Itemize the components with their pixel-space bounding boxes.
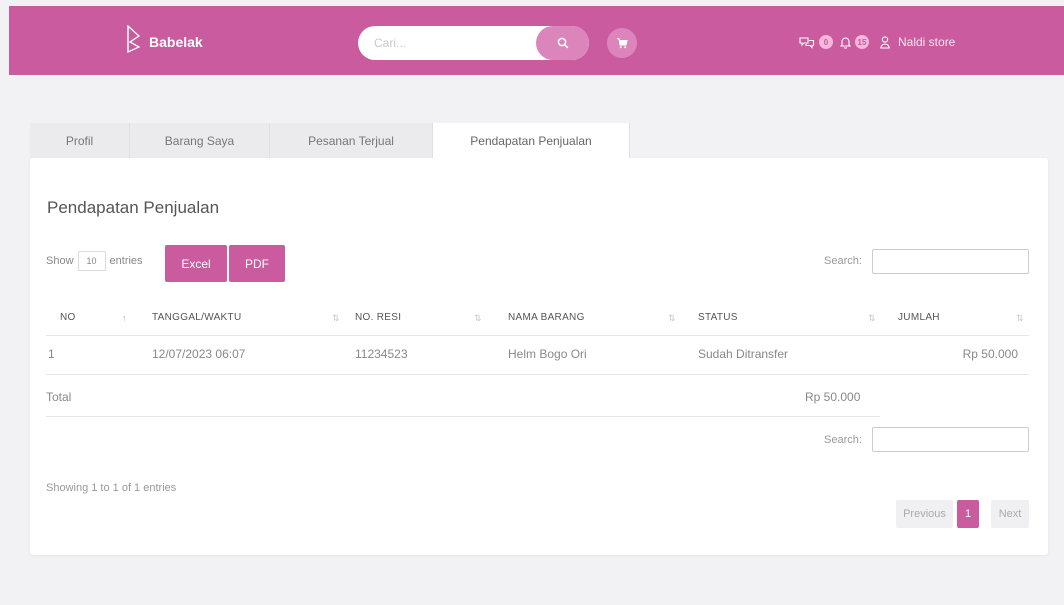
notification-badge: 15 bbox=[855, 35, 869, 49]
table-search-input-top[interactable] bbox=[872, 249, 1029, 274]
chat-badge: 0 bbox=[819, 35, 833, 49]
chat-icon bbox=[799, 36, 815, 49]
header-search-button[interactable] bbox=[536, 26, 589, 60]
column-header-status[interactable]: STATUS bbox=[698, 312, 738, 323]
column-header-no-resi[interactable]: NO. RESI bbox=[355, 312, 401, 323]
table-search-input-bottom[interactable] bbox=[872, 427, 1029, 452]
notification-button[interactable] bbox=[840, 36, 851, 49]
table-header-divider bbox=[46, 335, 1029, 336]
chat-button[interactable] bbox=[799, 36, 815, 49]
search-label-bottom: Search: bbox=[824, 434, 862, 446]
income-card: Pendapatan Penjualan Show 10 entries Exc… bbox=[30, 158, 1048, 555]
tab-profil[interactable]: Profil bbox=[30, 123, 130, 158]
tab-barang-saya[interactable]: Barang Saya bbox=[130, 123, 270, 158]
page-title: Pendapatan Penjualan bbox=[47, 198, 220, 217]
entries-label: entries bbox=[109, 255, 143, 267]
cell-no-resi: 11234523 bbox=[355, 347, 408, 361]
header-search bbox=[358, 26, 589, 60]
pdf-button[interactable]: PDF bbox=[229, 245, 285, 282]
row-divider bbox=[46, 374, 1029, 375]
column-header-no[interactable]: NO bbox=[60, 312, 76, 323]
user-menu-button[interactable] bbox=[880, 35, 890, 49]
total-value: Rp 50.000 bbox=[805, 390, 861, 404]
header-user-area: 0 15 Naldi store bbox=[799, 35, 955, 49]
cell-nama-barang: Helm Bogo Ori bbox=[508, 347, 587, 361]
bell-icon bbox=[840, 36, 851, 49]
column-header-nama-barang[interactable]: NAMA BARANG bbox=[508, 312, 585, 323]
column-header-tanggal[interactable]: TANGGAL/WAKTU bbox=[152, 312, 241, 323]
sort-icon: ⇅ bbox=[868, 313, 876, 323]
cell-status: Sudah Ditransfer bbox=[698, 347, 789, 361]
sort-icon: ⇅ bbox=[474, 313, 482, 323]
page-length-select[interactable]: 10 bbox=[77, 251, 106, 271]
sort-icon: ⇅ bbox=[332, 313, 340, 323]
profile-tabs: Profil Barang Saya Pesanan Terjual Penda… bbox=[30, 123, 630, 158]
header-search-input[interactable] bbox=[358, 26, 548, 60]
user-icon bbox=[880, 35, 890, 49]
sort-icon: ⇅ bbox=[1016, 313, 1024, 323]
cell-no: 1 bbox=[48, 347, 55, 361]
pagination-next[interactable]: Next bbox=[991, 500, 1029, 528]
brand-name: Babelak bbox=[149, 34, 203, 50]
total-divider bbox=[46, 416, 880, 417]
top-navbar: Babelak 0 bbox=[9, 6, 1064, 75]
show-label: Show bbox=[46, 255, 74, 267]
sort-asc-icon: ↑ bbox=[122, 313, 127, 323]
search-label-top: Search: bbox=[824, 255, 862, 267]
brand-logo[interactable]: Babelak bbox=[126, 25, 203, 53]
cell-tanggal: 12/07/2023 06:07 bbox=[152, 347, 246, 361]
sort-icon: ⇅ bbox=[668, 313, 676, 323]
search-icon bbox=[557, 37, 568, 49]
tab-pesanan-terjual[interactable]: Pesanan Terjual bbox=[270, 123, 433, 158]
pagination-previous[interactable]: Previous bbox=[896, 500, 953, 528]
excel-button[interactable]: Excel bbox=[165, 245, 227, 282]
cart-icon bbox=[617, 38, 628, 49]
cell-jumlah: Rp 50.000 bbox=[962, 347, 1018, 361]
cart-button[interactable] bbox=[607, 28, 637, 58]
tab-pendapatan-penjualan[interactable]: Pendapatan Penjualan bbox=[433, 123, 630, 158]
total-label: Total bbox=[46, 390, 72, 404]
pagination-page-1[interactable]: 1 bbox=[957, 500, 979, 528]
table-info: Showing 1 to 1 of 1 entries bbox=[46, 482, 177, 494]
page-length-control: Show 10 entries bbox=[46, 251, 143, 271]
column-header-jumlah[interactable]: JUMLAH bbox=[898, 312, 940, 323]
logo-icon bbox=[127, 25, 141, 53]
user-name-link[interactable]: Naldi store bbox=[898, 35, 955, 49]
